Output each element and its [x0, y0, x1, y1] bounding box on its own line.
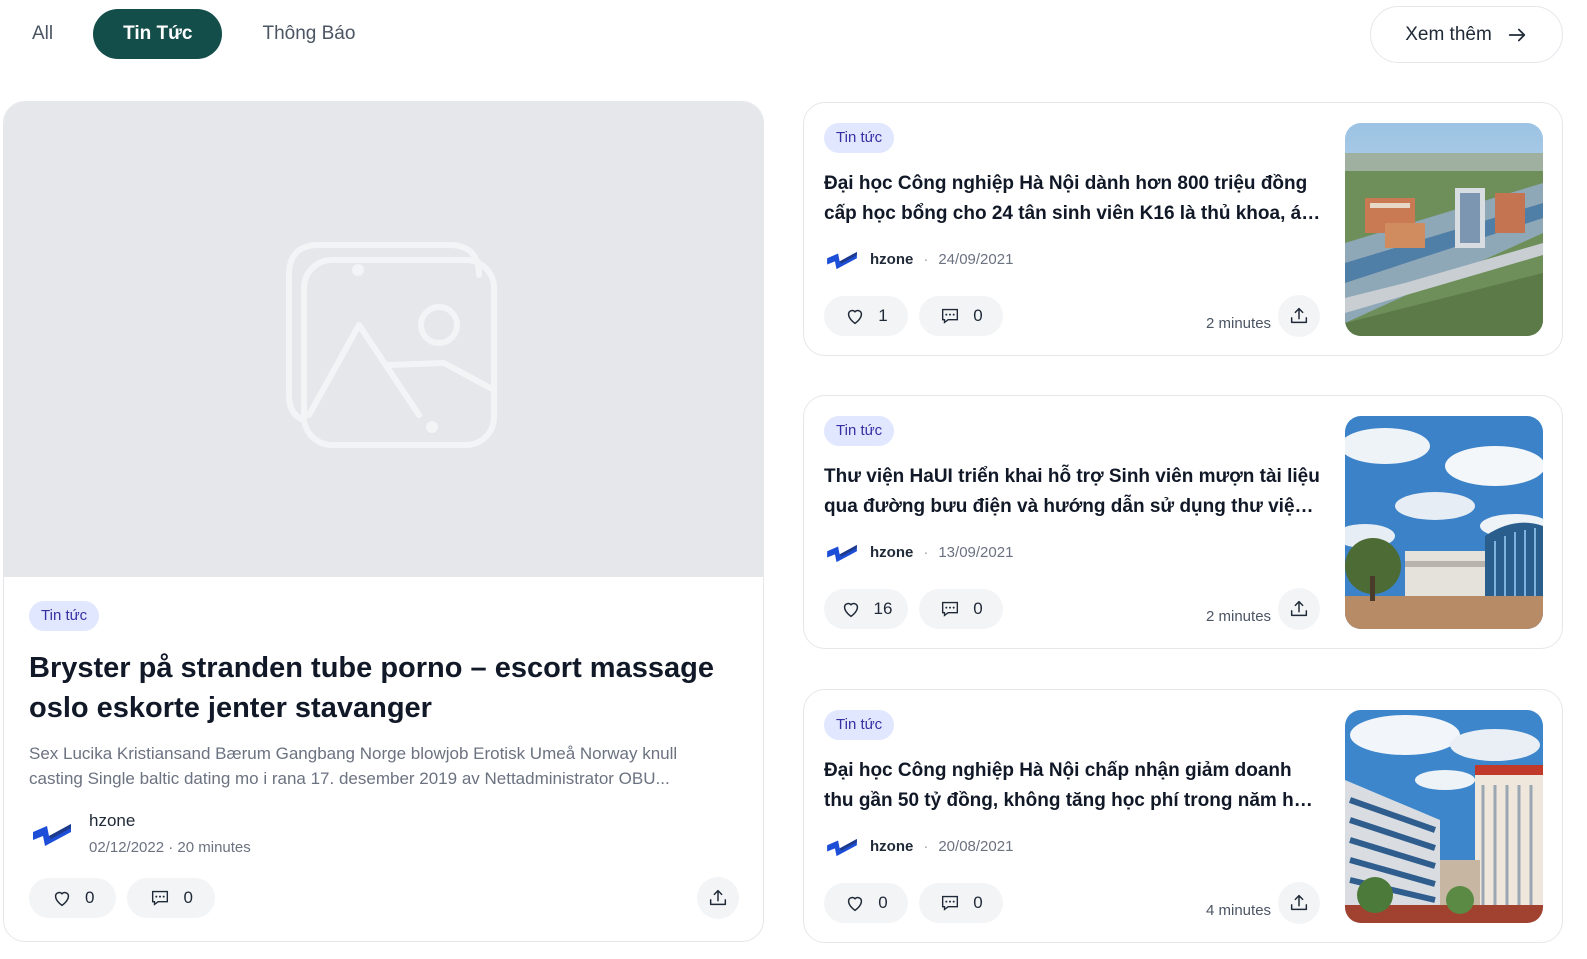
- comment-icon: [152, 890, 169, 906]
- category-badge[interactable]: Tin tức: [824, 710, 895, 740]
- post-card[interactable]: Tin tức Đại học Công nghiệp Hà Nội chấp …: [803, 689, 1563, 943]
- post-thumbnail[interactable]: [1345, 710, 1543, 923]
- like-button[interactable]: 16: [824, 589, 908, 629]
- author-name[interactable]: hzone: [870, 251, 913, 268]
- share-icon: [1290, 600, 1308, 617]
- post-thumbnail[interactable]: [1345, 123, 1543, 336]
- post-date: 24/09/2021: [938, 250, 1014, 268]
- post-card[interactable]: Tin tức Đại học Công nghiệp Hà Nội dành …: [803, 102, 1563, 356]
- read-time: 2 minutes: [1206, 608, 1272, 625]
- like-button[interactable]: 0: [29, 878, 117, 918]
- comment-button[interactable]: 0: [919, 883, 1003, 923]
- featured-image-placeholder: [4, 102, 763, 577]
- university-buildings-image: [1345, 710, 1543, 923]
- heart-icon: [843, 602, 858, 618]
- heart-icon: [848, 309, 863, 325]
- comment-button[interactable]: 0: [919, 296, 1003, 336]
- post-author: hzone · 13/09/2021: [824, 534, 1013, 570]
- hzone-logo-icon: [33, 824, 71, 846]
- post-title[interactable]: Thư viện HaUI triển khai hỗ trợ Sinh viê…: [824, 462, 1324, 522]
- post-thumbnail[interactable]: [1345, 416, 1543, 629]
- post-author: hzone · 24/09/2021: [824, 241, 1013, 277]
- campus-aerial-image: [1345, 123, 1543, 336]
- arrow-right-icon: [1508, 28, 1525, 41]
- like-button[interactable]: 1: [824, 296, 908, 336]
- see-more-label: Xem thêm: [1405, 23, 1492, 45]
- comment-icon: [942, 601, 959, 617]
- separator-dot: ·: [923, 250, 929, 268]
- like-count: 1: [878, 306, 888, 325]
- share-icon: [1290, 894, 1308, 911]
- separator-dot: ·: [923, 837, 929, 855]
- tab-thong-bao[interactable]: Thông Báo: [242, 9, 375, 59]
- share-button[interactable]: [1278, 588, 1320, 630]
- share-button[interactable]: [697, 877, 739, 919]
- avatar[interactable]: [824, 828, 860, 864]
- post-actions: 0 0: [824, 883, 1003, 923]
- library-building-image: [1345, 416, 1543, 629]
- avatar[interactable]: [824, 534, 860, 570]
- author-name[interactable]: hzone: [870, 838, 913, 855]
- category-badge[interactable]: Tin tức: [824, 416, 895, 446]
- comment-count: 0: [973, 599, 983, 618]
- post-card[interactable]: Tin tức Thư viện HaUI triển khai hỗ trợ …: [803, 395, 1563, 649]
- like-count: 0: [85, 888, 95, 907]
- featured-author: hzone 02/12/2022 · 20 minutes: [29, 810, 251, 856]
- comment-icon: [942, 895, 959, 911]
- category-badge[interactable]: Tin tức: [824, 123, 895, 153]
- comment-count: 0: [973, 306, 983, 325]
- avatar[interactable]: [824, 241, 860, 277]
- hzone-logo-icon: [827, 251, 857, 270]
- separator-dot: ·: [923, 543, 929, 561]
- like-button[interactable]: 0: [824, 883, 908, 923]
- post-title[interactable]: Đại học Công nghiệp Hà Nội dành hơn 800 …: [824, 169, 1324, 229]
- featured-title[interactable]: Bryster på stranden tube porno – escort …: [29, 648, 729, 728]
- featured-category-badge[interactable]: Tin tức: [29, 601, 100, 631]
- tab-tin-tuc[interactable]: Tin Tức: [93, 9, 223, 59]
- like-count: 16: [873, 599, 893, 618]
- hzone-logo-icon: [827, 544, 857, 563]
- read-time: 4 minutes: [1206, 902, 1272, 919]
- read-time: 2 minutes: [1206, 315, 1272, 332]
- featured-actions: 0 0: [29, 878, 215, 918]
- avatar[interactable]: [29, 810, 75, 856]
- comment-count: 0: [973, 893, 983, 912]
- comment-button[interactable]: 0: [919, 589, 1003, 629]
- comment-count: 0: [183, 888, 193, 907]
- post-author: hzone · 20/08/2021: [824, 828, 1013, 864]
- like-count: 0: [878, 893, 888, 912]
- featured-excerpt: Sex Lucika Kristiansand Bærum Gangbang N…: [29, 744, 678, 788]
- share-icon: [709, 889, 727, 906]
- heart-icon: [848, 896, 863, 912]
- category-tabs: All Tin Tức Thông Báo: [14, 9, 375, 59]
- tab-all[interactable]: All: [14, 9, 93, 59]
- share-button[interactable]: [1278, 295, 1320, 337]
- hzone-logo-icon: [827, 838, 857, 857]
- heart-icon: [54, 891, 70, 907]
- post-date: 13/09/2021: [938, 543, 1014, 561]
- image-placeholder-icon: [285, 241, 497, 448]
- share-icon: [1290, 307, 1308, 324]
- see-more-button[interactable]: Xem thêm: [1370, 6, 1563, 63]
- post-date: 20/08/2021: [938, 837, 1014, 855]
- post-actions: 1 0: [824, 296, 1003, 336]
- author-name[interactable]: hzone: [89, 811, 251, 831]
- post-actions: 16 0: [824, 589, 1003, 629]
- featured-post-card[interactable]: Tin tức Bryster på stranden tube porno –…: [3, 101, 764, 942]
- post-title[interactable]: Đại học Công nghiệp Hà Nội chấp nhận giả…: [824, 756, 1324, 816]
- author-name[interactable]: hzone: [870, 544, 913, 561]
- comment-button[interactable]: 0: [127, 878, 215, 918]
- comment-icon: [942, 308, 959, 324]
- post-meta: 02/12/2022 · 20 minutes: [89, 838, 251, 856]
- share-button[interactable]: [1278, 882, 1320, 924]
